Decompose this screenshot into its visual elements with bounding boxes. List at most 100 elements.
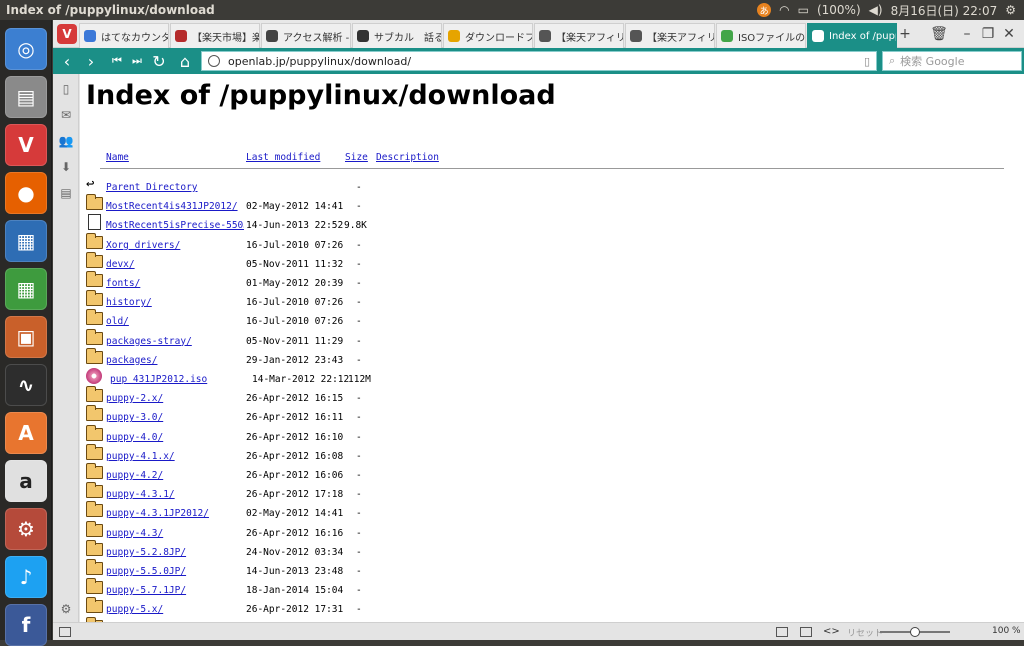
fast-forward-button[interactable]: ⏭ bbox=[127, 51, 147, 71]
system-monitor-icon[interactable]: ∿ bbox=[5, 364, 47, 406]
browser-tab[interactable]: ダウンロードフ bbox=[443, 23, 533, 48]
zoom-slider-knob[interactable] bbox=[910, 627, 920, 637]
entry-link[interactable]: puppy-2.x/ bbox=[106, 393, 163, 404]
entry-link[interactable]: puppy-5.2.8JP/ bbox=[106, 547, 186, 558]
tab-favicon-icon bbox=[721, 30, 733, 42]
rewind-button[interactable]: ⏮ bbox=[107, 51, 127, 71]
ubuntu-dash-icon[interactable]: ◎ bbox=[5, 28, 47, 70]
browser-tab[interactable]: アクセス解析 - bbox=[261, 23, 351, 48]
new-tab-icon[interactable]: + bbox=[896, 26, 914, 42]
tab-label: サブカル 話る bbox=[374, 32, 442, 44]
panel-settings-icon[interactable]: ⚙ bbox=[59, 602, 73, 616]
clock[interactable]: 8月16日(日) 22:07 bbox=[891, 2, 998, 19]
calc-icon[interactable]: ▦ bbox=[5, 268, 47, 310]
folder-icon bbox=[86, 559, 104, 576]
forward-button[interactable]: › bbox=[81, 51, 101, 71]
zoom-slider[interactable] bbox=[880, 627, 950, 637]
mail-icon[interactable]: ✉ bbox=[59, 108, 73, 122]
vivaldi-menu-button[interactable]: V bbox=[57, 24, 77, 44]
vivaldi-icon[interactable]: V bbox=[5, 124, 47, 166]
search-field[interactable]: ⌕ 検索 Google bbox=[882, 51, 1022, 71]
folder-icon bbox=[86, 539, 104, 557]
entry-size: - bbox=[356, 239, 362, 251]
entry-link[interactable]: puppy-4.3.1JP2012/ bbox=[106, 508, 209, 519]
sort-by-name-link[interactable]: Name bbox=[106, 152, 129, 163]
entry-link[interactable]: puppy-4.0/ bbox=[106, 432, 163, 443]
system-settings-icon[interactable]: ⚙ bbox=[5, 508, 47, 550]
software-center-icon[interactable]: A bbox=[5, 412, 47, 454]
page-content: Index of /puppylinux/download Name Last … bbox=[80, 74, 1024, 622]
table-row: fonts/01-May-2012 20:39 - bbox=[86, 271, 486, 296]
browser-tab[interactable]: 【楽天アフィリエ bbox=[534, 23, 624, 48]
impress-icon[interactable]: ▣ bbox=[5, 316, 47, 358]
address-bar[interactable]: openlab.jp/puppylinux/download/ ▯ bbox=[201, 51, 877, 71]
entry-link[interactable]: MostRecent5isPrecise-550JP bbox=[106, 220, 244, 231]
entry-link[interactable]: puppy-5.7.1JP/ bbox=[106, 585, 186, 596]
browser-tab[interactable]: 【楽天市場】楽 bbox=[170, 23, 260, 48]
file-manager-icon[interactable]: ▤ bbox=[5, 76, 47, 118]
browser-tab[interactable]: ISOファイルの書 bbox=[716, 23, 806, 48]
maximize-icon[interactable]: ❐ bbox=[979, 26, 997, 42]
back-button[interactable]: ‹ bbox=[57, 51, 77, 71]
entry-link[interactable]: devx/ bbox=[106, 259, 135, 270]
minimize-icon[interactable]: – bbox=[958, 26, 976, 42]
downloads-icon[interactable]: ⬇ bbox=[59, 160, 73, 174]
entry-link[interactable]: fonts/ bbox=[106, 278, 140, 289]
side-panel: ▯ ✉ 👥 ⬇ ▤ ⚙ bbox=[53, 74, 79, 622]
entry-link[interactable]: puppy-5.5.0JP/ bbox=[106, 566, 186, 577]
sort-by-description-link[interactable]: Description bbox=[376, 152, 439, 163]
bookmarks-icon[interactable]: ▯ bbox=[59, 82, 73, 96]
browser-tab[interactable]: サブカル 話る bbox=[352, 23, 442, 48]
entry-link[interactable]: puppy-3.0/ bbox=[106, 412, 163, 423]
tiling-icon[interactable] bbox=[776, 627, 788, 637]
ime-indicator[interactable]: あ bbox=[757, 3, 772, 17]
entry-link[interactable]: Xorg drivers/ bbox=[106, 240, 180, 251]
entry-link[interactable]: packages/ bbox=[106, 355, 157, 366]
entry-link[interactable]: puppy-4.2/ bbox=[106, 470, 163, 481]
volume-icon[interactable]: ◀) bbox=[869, 3, 883, 17]
entry-size: - bbox=[356, 431, 362, 443]
bookmark-icon[interactable]: ▯ bbox=[864, 55, 870, 68]
entry-link[interactable]: puppy-4.3.1/ bbox=[106, 489, 175, 500]
amazon-icon[interactable]: a bbox=[5, 460, 47, 502]
entry-date: 26-Apr-2012 16:10 bbox=[246, 431, 344, 443]
reset-zoom-label[interactable]: リセット bbox=[847, 626, 883, 639]
settings-gear-icon[interactable]: ⚙ bbox=[1005, 3, 1016, 17]
browser-tab[interactable]: Index of /pupp bbox=[807, 23, 897, 48]
wifi-icon[interactable]: ◠ bbox=[779, 3, 789, 17]
contacts-icon[interactable]: 👥 bbox=[59, 134, 74, 148]
battery-icon[interactable]: ▭ bbox=[798, 3, 809, 17]
entry-date: 16-Jul-2010 07:26 bbox=[246, 297, 344, 309]
firefox-icon[interactable]: ● bbox=[5, 172, 47, 214]
code-icon[interactable]: <> bbox=[823, 626, 840, 637]
close-icon[interactable]: ✕ bbox=[1000, 26, 1018, 42]
twitter-icon[interactable]: ♪ bbox=[5, 556, 47, 598]
images-icon[interactable] bbox=[800, 627, 812, 637]
toggle-panel-icon[interactable] bbox=[59, 627, 71, 637]
entry-link[interactable]: pup 431JP2012.iso bbox=[110, 374, 207, 385]
entry-link[interactable]: puppy-4.3/ bbox=[106, 528, 163, 539]
reload-button[interactable]: ↻ bbox=[149, 51, 169, 71]
notes-icon[interactable]: ▤ bbox=[59, 186, 73, 200]
tab-label: 【楽天アフィリエ bbox=[556, 32, 623, 44]
entry-link[interactable]: packages-stray/ bbox=[106, 336, 192, 347]
trash-icon[interactable]: 🗑 bbox=[930, 26, 948, 42]
entry-link[interactable]: old/ bbox=[106, 316, 129, 327]
entry-link[interactable]: puppy-5.x/ bbox=[106, 604, 163, 615]
browser-tab[interactable]: はてなカウンタ bbox=[79, 23, 169, 48]
folder-icon bbox=[86, 424, 104, 442]
writer-icon[interactable]: ▦ bbox=[5, 220, 47, 262]
tab-bar: V はてなカウンタ 【楽天市場】楽 アクセス解析 - サブカル 話る ダウンロードフ 【楽… bbox=[53, 20, 1024, 48]
entry-link[interactable]: MostRecent4is431JP2012/ bbox=[106, 201, 238, 212]
folder-icon bbox=[86, 271, 104, 288]
sort-by-modified-link[interactable]: Last modified bbox=[246, 152, 320, 163]
table-row: old/16-Jul-2010 07:26- bbox=[86, 309, 486, 334]
browser-tab[interactable]: 【楽天アフィリエ bbox=[625, 23, 715, 48]
home-button[interactable]: ⌂ bbox=[175, 51, 195, 71]
entry-link[interactable]: Parent Directory bbox=[106, 182, 198, 193]
entry-link[interactable]: puppy-4.1.x/ bbox=[106, 451, 175, 462]
folder-icon bbox=[86, 578, 104, 595]
browser-window: V はてなカウンタ 【楽天市場】楽 アクセス解析 - サブカル 話る ダウンロードフ 【楽… bbox=[53, 20, 1024, 640]
sort-by-size-link[interactable]: Size bbox=[345, 152, 368, 163]
entry-link[interactable]: history/ bbox=[106, 297, 152, 308]
